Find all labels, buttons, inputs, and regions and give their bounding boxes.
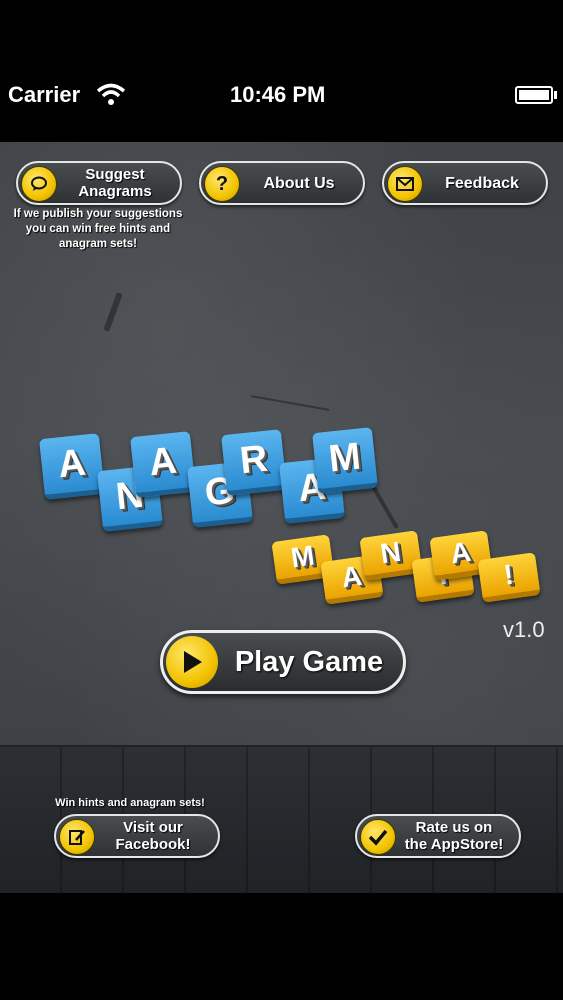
logo-tile: A [129, 431, 197, 498]
about-us-label: About Us [263, 174, 335, 192]
suggest-anagrams-button[interactable]: Suggest Anagrams [16, 161, 182, 205]
wall-crack [103, 292, 123, 332]
status-bar: Carrier 10:46 PM [0, 0, 563, 142]
wifi-icon [96, 83, 126, 105]
feedback-label: Feedback [445, 174, 519, 192]
logo-tile: A [38, 433, 106, 500]
envelope-icon [387, 166, 423, 202]
battery-icon [515, 86, 557, 104]
feedback-button[interactable]: Feedback [382, 161, 548, 205]
play-icon [166, 636, 218, 688]
wall-crack [250, 395, 330, 411]
visit-facebook-label: Visit our Facebook! [115, 819, 191, 853]
status-time: 10:46 PM [230, 82, 326, 107]
facebook-note: Win hints and anagram sets! [55, 797, 205, 809]
play-game-label: Play Game [234, 645, 384, 678]
speech-bubble-icon [21, 166, 57, 202]
checkmark-icon [360, 819, 396, 855]
version-label: v1.0 [503, 617, 545, 642]
suggest-anagrams-label: Suggest Anagrams [78, 166, 152, 200]
play-game-button[interactable]: Play Game [160, 630, 406, 694]
rate-appstore-label: Rate us on the AppStore! [404, 819, 504, 853]
logo-tile: M [311, 427, 379, 494]
logo-tile: R [220, 429, 288, 496]
about-us-button[interactable]: ? About Us [199, 161, 365, 205]
carrier-label: Carrier [8, 82, 81, 107]
question-icon: ? [204, 166, 240, 202]
rate-appstore-button[interactable]: Rate us on the AppStore! [355, 814, 521, 858]
main-screen: Suggest Anagrams If we publish your sugg… [0, 142, 563, 893]
visit-facebook-button[interactable]: Visit our Facebook! [54, 814, 220, 858]
suggest-note: If we publish your suggestions you can w… [13, 208, 183, 250]
logo-tile: ! [477, 552, 541, 603]
notepad-pencil-icon [59, 819, 95, 855]
